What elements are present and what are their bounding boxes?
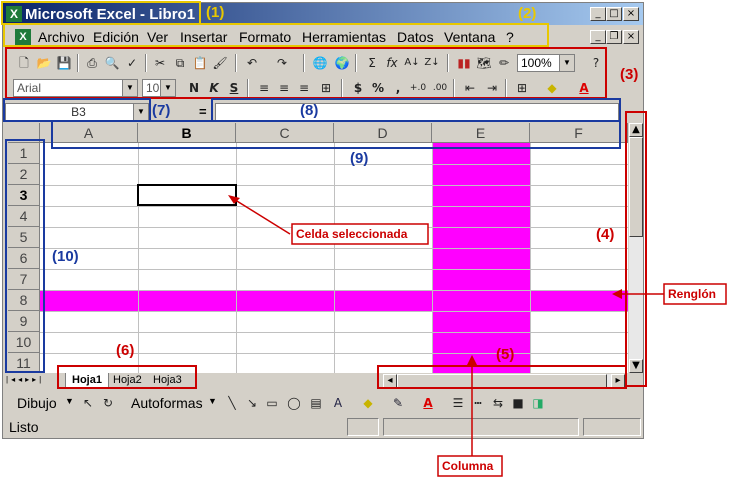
row-headers-highlight [5, 139, 45, 373]
annotation-2: (2) [518, 5, 537, 22]
annotation-1: (1) [206, 4, 225, 21]
annotation-7: (7) [152, 102, 171, 119]
sheet-tabs-highlight-box [57, 365, 197, 389]
menu-highlight-box [3, 23, 549, 47]
hscroll-highlight-box [377, 365, 627, 389]
arrow-head [612, 289, 622, 299]
annotation-8: (8) [300, 102, 319, 119]
toolbars-highlight-box [5, 47, 607, 99]
annotation-3: (3) [620, 66, 639, 83]
formula-bar-highlight [211, 98, 621, 122]
vscroll-highlight-box [625, 111, 647, 387]
row-label: Renglón [668, 287, 716, 301]
annotation-6: (6) [116, 342, 135, 359]
column-headers-highlight [51, 120, 621, 149]
annotation-10: (10) [52, 248, 79, 265]
title-highlight-box [1, 1, 201, 25]
annotation-4: (4) [596, 226, 615, 243]
selected-cell-label: Celda seleccionada [296, 227, 408, 241]
selected-cell-arrow [231, 197, 291, 235]
arrow-head [467, 355, 477, 365]
column-label: Columna [442, 459, 494, 473]
annotation-9: (9) [350, 150, 369, 167]
name-box-highlight [3, 98, 151, 122]
annotation-5: (5) [496, 346, 515, 363]
